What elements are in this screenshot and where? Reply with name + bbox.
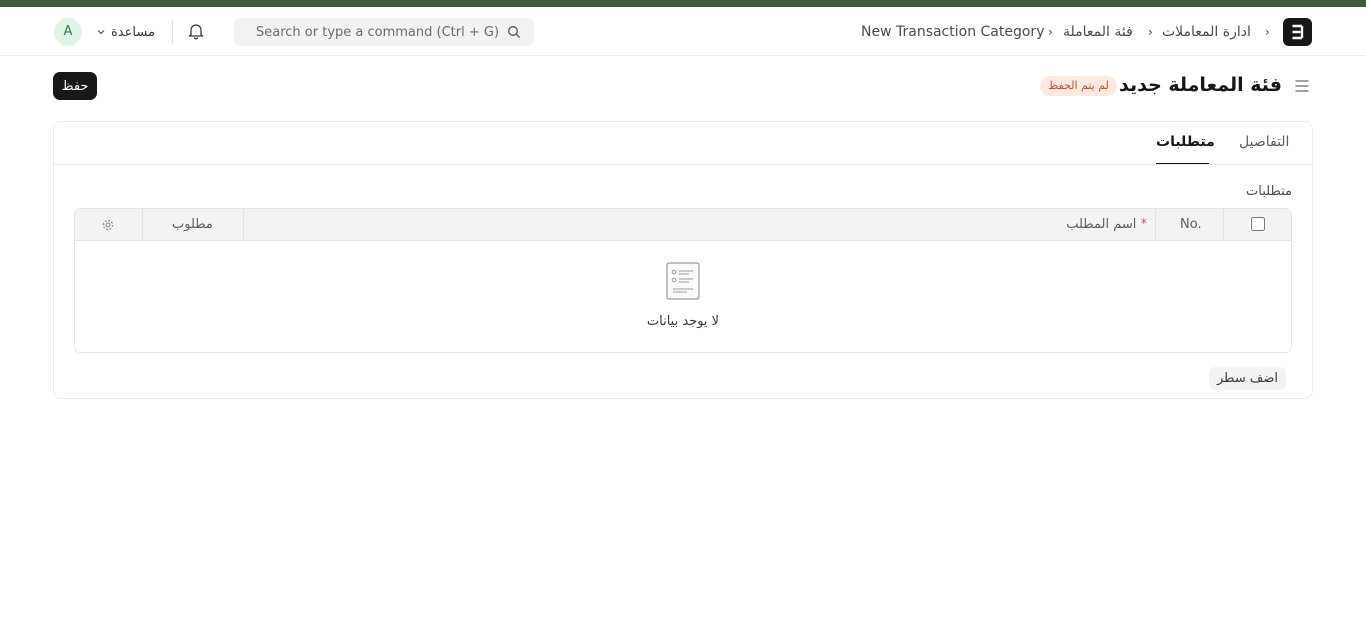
column-divider <box>1155 209 1156 241</box>
column-header-requirement-name-label: اسم المطلب <box>1066 217 1137 232</box>
page-title: فئة المعاملة جديد <box>1118 74 1282 96</box>
active-tab-indicator <box>1156 163 1209 164</box>
help-label: مساعدة <box>111 24 155 40</box>
search-bar[interactable] <box>234 18 534 46</box>
tab-details[interactable]: التفاصيل <box>1239 134 1289 150</box>
table-header: No. اسم المطلب * مطلوب <box>75 209 1291 241</box>
breadcrumb-transaction-category[interactable]: فئة المعاملة <box>1063 22 1133 42</box>
help-dropdown[interactable]: مساعدة <box>96 21 155 43</box>
gear-icon[interactable] <box>101 218 115 232</box>
required-marker: * <box>1140 217 1148 232</box>
breadcrumb-chevron-icon: › <box>1048 25 1053 39</box>
sidebar-toggle-icon[interactable] <box>1294 78 1310 94</box>
add-row-button[interactable]: اضف سطر <box>1209 367 1286 390</box>
column-header-requirement-name: اسم المطلب * <box>1066 217 1147 232</box>
breadcrumb-transaction-management[interactable]: ادارة المعاملات <box>1162 22 1251 42</box>
search-icon <box>508 26 520 38</box>
section-label: متطلبات <box>1246 184 1292 199</box>
form-card: التفاصيل متطلبات متطلبات No. اسم المطلب … <box>53 121 1313 399</box>
column-divider <box>142 209 143 241</box>
requirements-table: No. اسم المطلب * مطلوب لا يوجد بيانات <box>74 208 1292 353</box>
logo-icon <box>1292 24 1304 40</box>
tab-requirements[interactable]: متطلبات <box>1156 134 1215 150</box>
page-header: حفظ لم يتم الحفظ فئة المعاملة جديد <box>0 56 1366 118</box>
app-logo[interactable] <box>1283 18 1312 46</box>
form-tabs: التفاصيل متطلبات <box>54 122 1312 165</box>
empty-state-text: لا يوجد بيانات <box>646 314 720 329</box>
navbar: A مساعدة New Transaction Category › فئة … <box>0 7 1366 56</box>
breadcrumb-chevron-icon: › <box>1265 25 1270 39</box>
column-divider <box>1223 209 1224 241</box>
breadcrumb-chevron-icon: › <box>1148 25 1153 39</box>
user-avatar[interactable]: A <box>54 18 82 46</box>
search-input[interactable] <box>256 19 516 45</box>
column-divider <box>243 209 244 241</box>
status-badge: لم يتم الحفظ <box>1040 76 1117 96</box>
breadcrumb-new-transaction-category[interactable]: New Transaction Category <box>861 22 1044 42</box>
bell-icon[interactable] <box>186 21 206 41</box>
empty-state-icon <box>666 262 700 300</box>
navbar-divider <box>172 20 173 44</box>
select-all-checkbox[interactable] <box>1251 217 1265 231</box>
column-header-no: No. <box>1180 217 1202 232</box>
column-header-required: مطلوب <box>172 217 213 232</box>
chevron-down-icon <box>97 30 105 35</box>
top-color-strip <box>0 0 1366 7</box>
save-button[interactable]: حفظ <box>53 72 97 100</box>
